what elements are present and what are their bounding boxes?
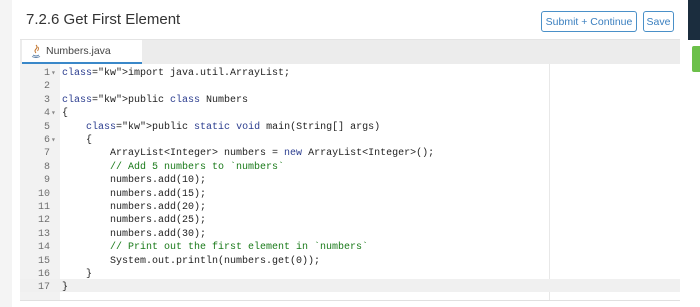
- line-number: 14: [37, 242, 50, 254]
- code-line[interactable]: 9 numbers.add(10);: [20, 174, 680, 187]
- left-panel-edge: [0, 0, 12, 307]
- code-text: // Add 5 numbers to `numbers`: [110, 161, 285, 173]
- code-line[interactable]: 4 ▾{: [20, 107, 680, 120]
- submit-continue-button[interactable]: Submit + Continue: [541, 11, 637, 32]
- code-line[interactable]: 10 numbers.add(15);: [20, 188, 680, 201]
- line-number: 9: [43, 175, 50, 187]
- code-line[interactable]: 5 class="kw">public static void main(Str…: [20, 121, 680, 134]
- code-line[interactable]: 8 // Add 5 numbers to `numbers`: [20, 161, 680, 174]
- fold-toggle-icon[interactable]: ▾: [51, 67, 59, 80]
- line-number: 17: [37, 282, 50, 294]
- code-text: {: [62, 135, 93, 146]
- code-line[interactable]: 16 }: [20, 268, 680, 281]
- line-number: 2: [43, 81, 50, 93]
- code-text: class="kw">public static void main(Strin…: [86, 121, 381, 133]
- code-line[interactable]: 12 numbers.add(25);: [20, 214, 680, 227]
- code-line[interactable]: 14 // Print out the first element in `nu…: [20, 241, 680, 254]
- exercise-title: 7.2.6 Get First Element: [26, 11, 181, 28]
- code-text: numbers.add(10);: [62, 175, 207, 187]
- code-line[interactable]: 6 ▾ {: [20, 134, 680, 147]
- code-text: {: [62, 108, 69, 120]
- code-text: numbers.add(15);: [62, 188, 207, 200]
- file-tab-bar: Numbers.java: [20, 40, 680, 64]
- line-number: 4: [43, 108, 50, 120]
- code-text: class="kw">public class Numbers: [62, 94, 249, 106]
- tab-numbers-java[interactable]: Numbers.java: [22, 40, 142, 64]
- code-line[interactable]: 7 ArrayList<Integer> numbers = new Array…: [20, 147, 680, 160]
- fold-toggle-icon[interactable]: ▾: [51, 134, 59, 147]
- line-number: 10: [37, 188, 50, 200]
- line-number: 15: [37, 255, 50, 267]
- line-number: 7: [43, 148, 50, 160]
- code-text: }: [62, 282, 69, 294]
- code-text: }: [62, 269, 93, 280]
- code-text: numbers.add(25);: [62, 215, 207, 227]
- line-number: 12: [37, 215, 50, 227]
- code-text: ArrayList<Integer> numbers = new ArrayLi…: [62, 148, 435, 160]
- code-text: // Print out the first element in `numbe…: [110, 242, 369, 254]
- code-line[interactable]: 11 numbers.add(20);: [20, 201, 680, 214]
- right-dark-panel: [688, 0, 700, 40]
- java-file-icon: [30, 44, 42, 58]
- code-text: class="kw">import java.util.ArrayList;: [62, 68, 291, 79]
- line-number: 1: [43, 68, 50, 79]
- code-text: numbers.add(20);: [62, 202, 207, 213]
- code-line[interactable]: 1 ▾ class="kw">import java.util.ArrayList;: [20, 67, 680, 80]
- page: 7.2.6 Get First Element Submit + Continu…: [0, 0, 700, 307]
- line-number: 6: [43, 135, 50, 146]
- save-button[interactable]: Save: [643, 11, 674, 32]
- code-editor[interactable]: 1 ▾ class="kw">import java.util.ArrayList;…: [20, 64, 680, 301]
- line-number: 13: [37, 228, 50, 240]
- line-number: 8: [43, 161, 50, 173]
- line-number: 5: [43, 121, 50, 133]
- code-line[interactable]: 17}: [20, 281, 680, 294]
- code-line[interactable]: 13 numbers.add(30);: [20, 228, 680, 241]
- code-line[interactable]: 2: [20, 80, 680, 93]
- exercise-header: 7.2.6 Get First Element Submit + Continu…: [20, 6, 680, 40]
- code-line[interactable]: 3 class="kw">public class Numbers: [20, 94, 680, 107]
- line-number: 3: [43, 94, 50, 106]
- line-number: 11: [37, 202, 50, 213]
- code-text: System.out.println(numbers.get(0));: [62, 255, 321, 267]
- fold-toggle-icon[interactable]: ▾: [51, 107, 59, 120]
- tab-label: Numbers.java: [46, 45, 111, 57]
- code-text: numbers.add(30);: [62, 228, 207, 240]
- code-line[interactable]: 15 System.out.println(numbers.get(0));: [20, 255, 680, 268]
- right-green-tab[interactable]: [692, 46, 700, 72]
- line-number: 16: [37, 269, 50, 280]
